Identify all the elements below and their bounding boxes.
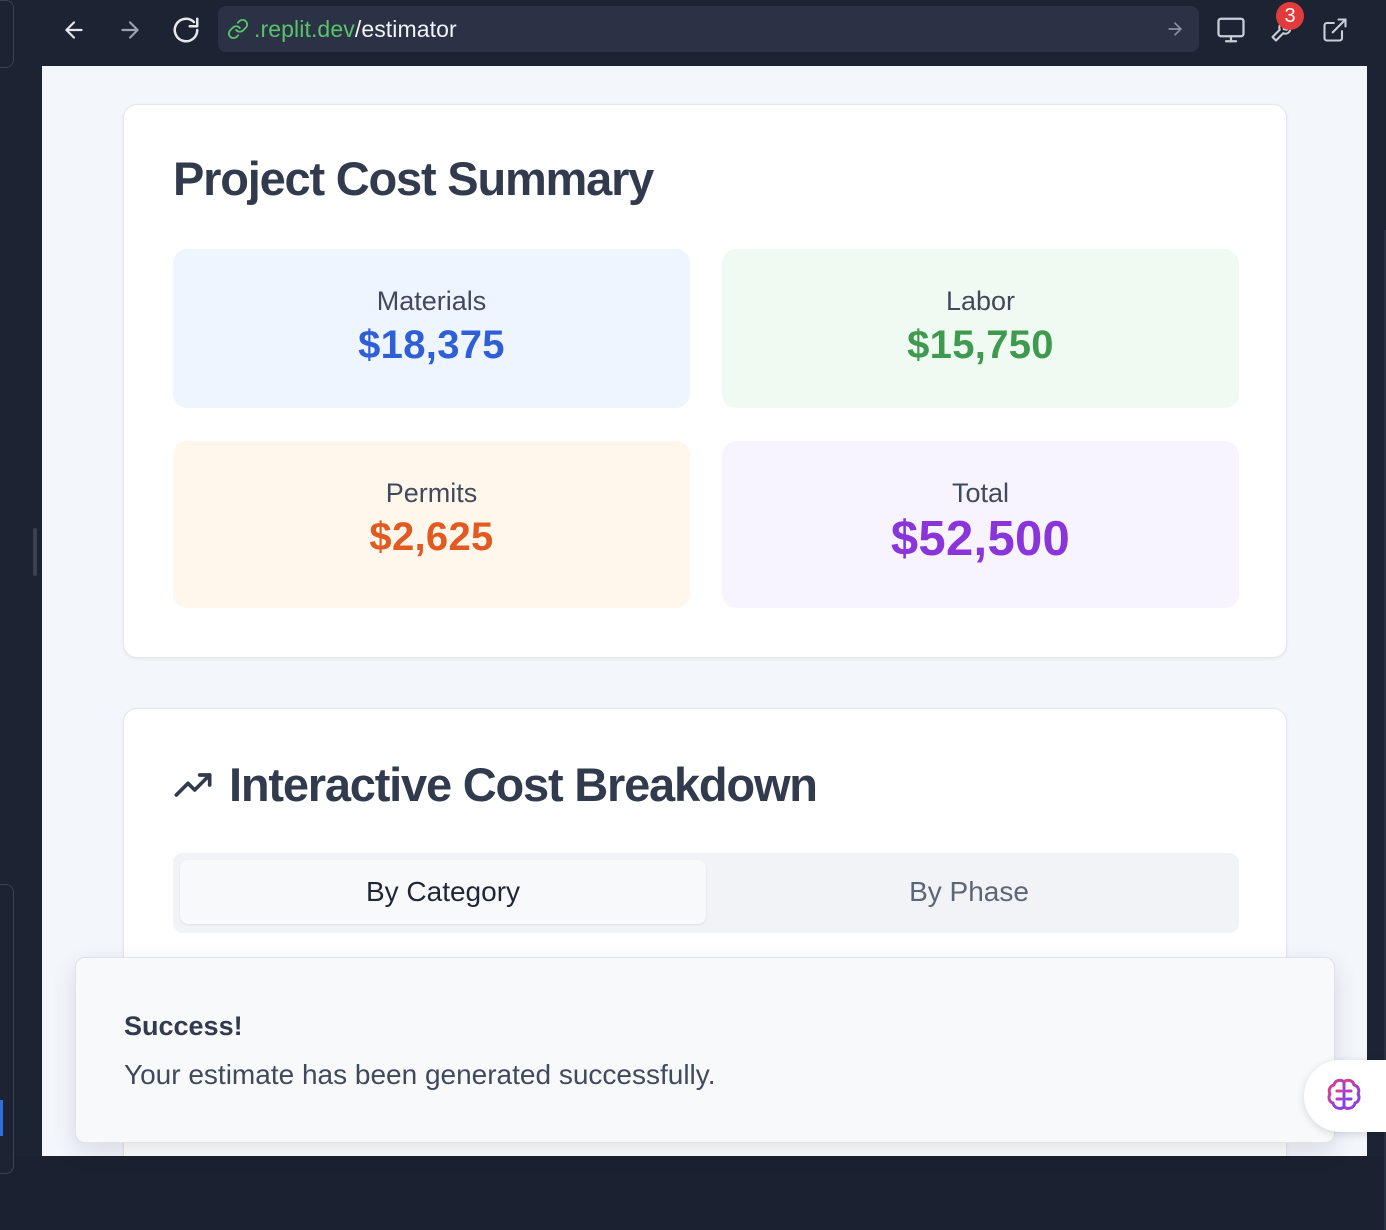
address-bar[interactable]: .replit.dev/estimator [218, 6, 1199, 52]
stat-value: $15,750 [907, 323, 1054, 367]
forward-button[interactable] [112, 12, 148, 48]
notification-badge: 3 [1276, 2, 1304, 30]
device-preview-button[interactable] [1211, 10, 1251, 50]
url-domain: .replit.dev [254, 15, 355, 42]
tab-by-category[interactable]: By Category [180, 860, 706, 924]
stat-value: $52,500 [890, 512, 1071, 566]
monitor-icon [1217, 17, 1245, 43]
labor-stat: Labor $15,750 [722, 249, 1239, 408]
assistant-button[interactable] [1304, 1060, 1386, 1132]
arrow-left-icon [65, 21, 83, 39]
toast-description: Your estimate has been generated success… [124, 1059, 716, 1090]
browser-toolbar: .replit.dev/estimator 3 [42, 0, 1367, 66]
stat-label: Permits [385, 478, 478, 508]
total-stat: Total $52,500 [722, 441, 1239, 608]
arrow-right-icon [121, 21, 139, 39]
resize-handle[interactable] [33, 528, 37, 576]
tab-by-phase[interactable]: By Phase [706, 860, 1232, 924]
link-icon [226, 17, 250, 41]
ide-right-edge [1367, 0, 1386, 1230]
stat-value: $2,625 [369, 515, 494, 559]
rail-panel-top[interactable] [0, 0, 14, 68]
toast-title: Success! [124, 1011, 243, 1041]
trending-up-icon [174, 773, 212, 797]
materials-stat: Materials $18,375 [173, 249, 690, 408]
back-button[interactable] [56, 12, 92, 48]
brain-icon [1327, 1078, 1361, 1110]
stat-label: Materials [376, 286, 487, 316]
external-link-icon [1323, 18, 1347, 42]
rail-active-indicator [0, 1100, 3, 1136]
stat-value: $18,375 [358, 323, 505, 367]
refresh-icon [173, 17, 199, 43]
summary-title: Project Cost Summary [173, 152, 654, 205]
ide-left-rail [0, 0, 42, 1174]
url-path: /estimator [354, 15, 457, 42]
stat-label: Total [951, 478, 1010, 508]
breakdown-header: Interactive Cost Breakdown [173, 757, 818, 813]
open-new-tab-button[interactable] [1315, 10, 1355, 50]
stat-label: Labor [945, 286, 1016, 316]
reload-button[interactable] [168, 12, 204, 48]
arrow-right-icon [1168, 22, 1182, 36]
breakdown-title: Interactive Cost Breakdown [229, 758, 818, 811]
go-button[interactable] [1163, 17, 1187, 41]
breakdown-tabs: By Category By Phase [173, 853, 1239, 933]
permits-stat: Permits $2,625 [173, 441, 690, 608]
url-text: .replit.dev/estimator [254, 16, 457, 43]
cost-summary-card: Project Cost Summary Materials $18,375 L… [123, 104, 1287, 658]
success-toast[interactable]: Success! Your estimate has been generate… [75, 957, 1335, 1143]
